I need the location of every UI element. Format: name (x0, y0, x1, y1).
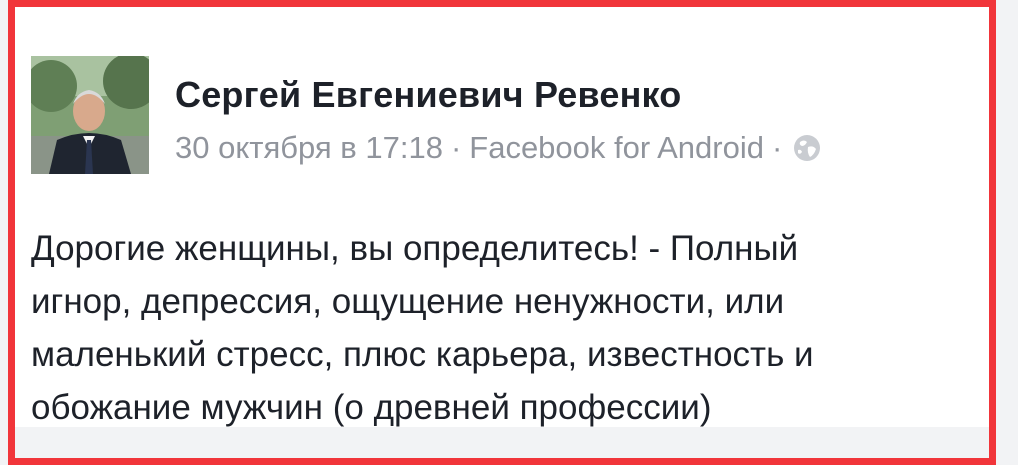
post-timestamp[interactable]: 30 октября в 17:18 (175, 130, 443, 166)
globe-icon[interactable] (792, 133, 822, 163)
post-text: Дорогие женщины, вы определитесь! - Полн… (31, 229, 814, 427)
post-source[interactable]: Facebook for Android (469, 130, 764, 166)
post-author-name[interactable]: Сергей Евгениевич Ревенко (175, 74, 681, 116)
meta-separator: · (771, 130, 783, 165)
meta-separator: · (450, 130, 462, 165)
post-meta: 30 октября в 17:18 · Facebook for Androi… (175, 130, 822, 166)
avatar[interactable] (31, 56, 149, 174)
page-background: Сергей Евгениевич Ревенко 30 октября в 1… (0, 0, 1018, 465)
avatar-photo (31, 56, 149, 174)
